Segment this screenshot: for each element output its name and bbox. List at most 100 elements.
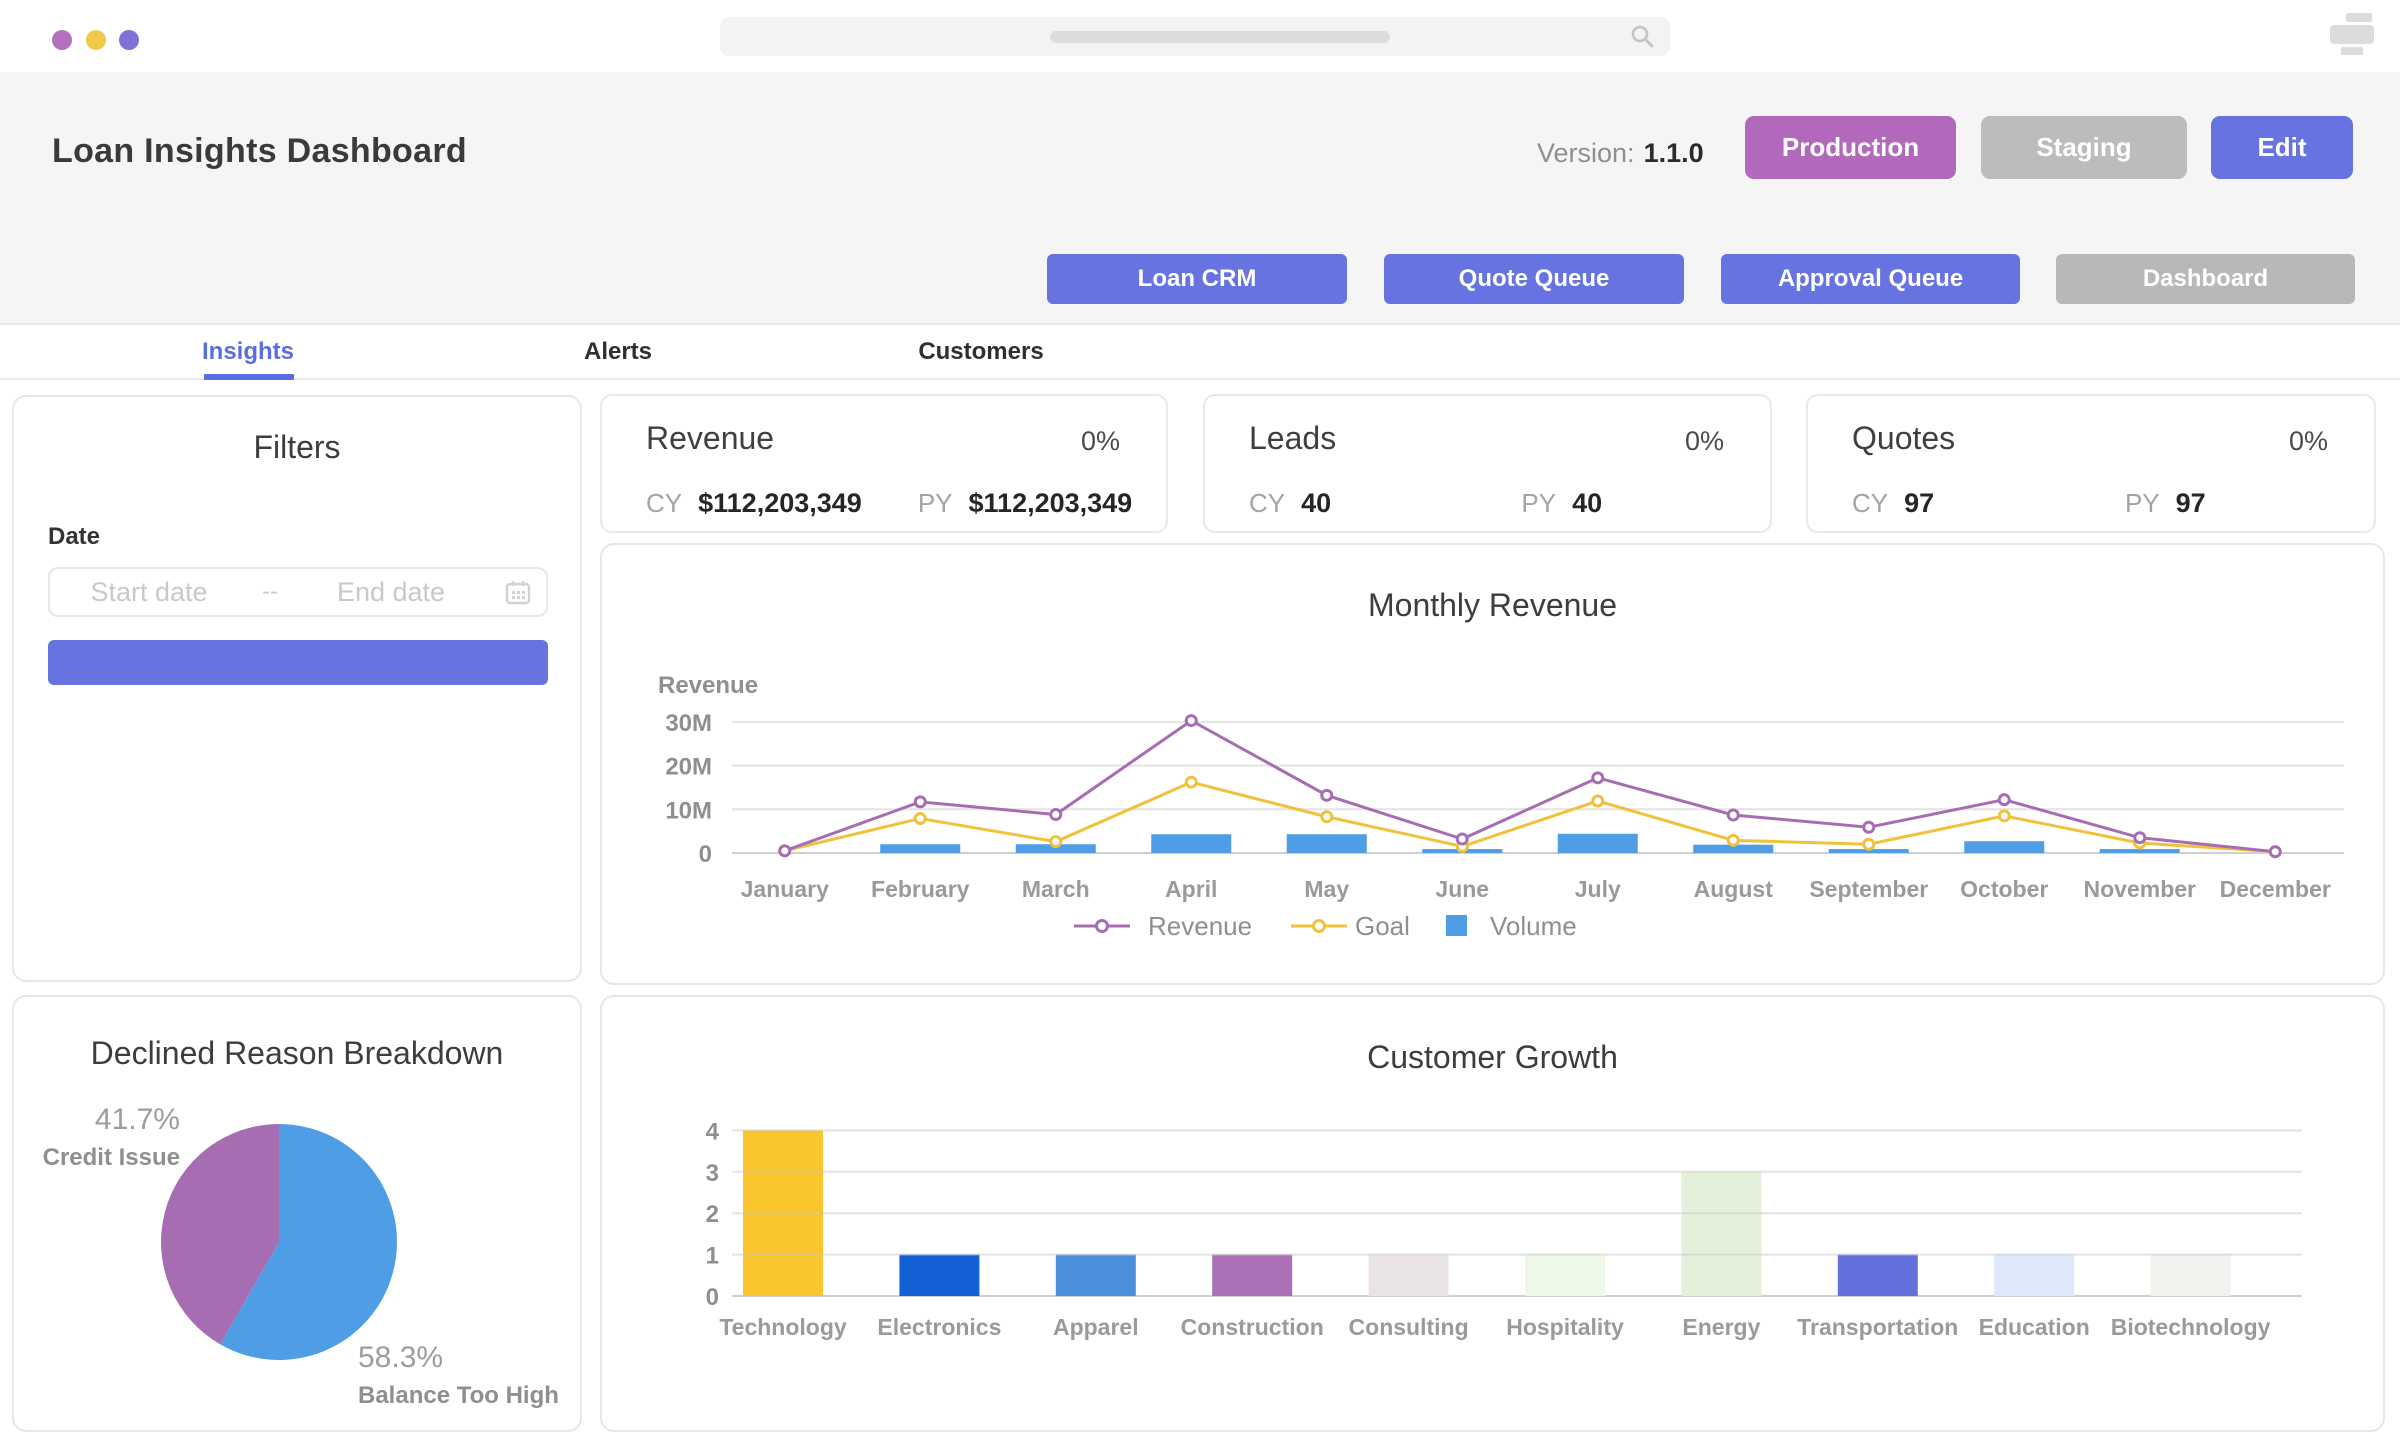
apply-filter-button[interactable] <box>48 640 548 685</box>
svg-text:Apparel: Apparel <box>1053 1314 1139 1340</box>
svg-text:August: August <box>1694 876 1774 902</box>
search-icon <box>1629 23 1656 55</box>
svg-text:10M: 10M <box>665 797 712 824</box>
svg-text:3: 3 <box>706 1160 719 1187</box>
start-date-field[interactable]: Start date <box>50 577 248 608</box>
version-value: 1.1.0 <box>1643 138 1704 168</box>
svg-text:April: April <box>1165 876 1217 902</box>
svg-text:Energy: Energy <box>1682 1314 1760 1340</box>
svg-text:October: October <box>1960 876 2048 902</box>
tab-alerts[interactable]: Alerts <box>508 325 728 378</box>
svg-text:Volume: Volume <box>1490 911 1577 941</box>
window-topbar <box>0 0 2400 72</box>
kpi-delta: 0% <box>1080 426 1120 456</box>
staging-button[interactable]: Staging <box>1981 116 2187 179</box>
version-info: Version: 1.1.0 <box>1537 138 1704 169</box>
svg-text:Consulting: Consulting <box>1349 1314 1469 1340</box>
kpi-card-revenue: Revenue 0% CY $112,203,349 PY $112,203,349 <box>600 394 1168 533</box>
date-range-separator: -- <box>262 578 278 605</box>
version-label: Version: <box>1537 138 1635 168</box>
customer-growth-panel: Customer Growth 0 1 2 3 4 Technology Electroni… <box>600 995 2385 1432</box>
svg-text:Revenue: Revenue <box>658 672 758 699</box>
pie-label-balance-too-high: 58.3% Balance Too High <box>358 1337 559 1413</box>
kpi-cy-value: 40 <box>1301 488 1332 518</box>
window-dot-3[interactable] <box>119 30 139 50</box>
calendar-icon[interactable] <box>490 577 546 607</box>
svg-text:June: June <box>1435 876 1489 902</box>
url-placeholder-bar <box>1050 31 1390 43</box>
svg-text:0: 0 <box>706 1284 719 1311</box>
window-dot-1[interactable] <box>52 30 72 50</box>
active-tab-underline <box>204 374 294 380</box>
tab-customers[interactable]: Customers <box>871 325 1091 378</box>
production-button[interactable]: Production <box>1745 116 1956 179</box>
kpi-cy-value: $112,203,349 <box>698 488 862 518</box>
pie-pct: 58.3% <box>358 1341 444 1374</box>
menu-bar-middle <box>2330 25 2374 44</box>
svg-text:Goal: Goal <box>1355 911 1410 941</box>
pie-pct: 41.7% <box>94 1103 180 1136</box>
kpi-card-quotes: Quotes 0% CY 97 PY 97 <box>1806 394 2376 533</box>
edit-button[interactable]: Edit <box>2211 116 2353 179</box>
svg-text:4: 4 <box>706 1118 720 1145</box>
kpi-cy-value: 97 <box>1904 488 1935 518</box>
filters-panel: Filters Date Start date -- End date <box>12 395 582 982</box>
svg-text:1: 1 <box>706 1243 719 1270</box>
nav-dashboard-button[interactable]: Dashboard <box>2056 254 2355 304</box>
svg-text:Revenue: Revenue <box>1148 911 1252 941</box>
kpi-py-value: 97 <box>2175 488 2206 518</box>
end-date-field[interactable]: End date <box>292 577 490 608</box>
svg-text:20M: 20M <box>665 754 712 781</box>
pie-label-credit-issue: 41.7% Credit Issue <box>34 1099 180 1175</box>
svg-text:Transportation: Transportation <box>1797 1314 1958 1340</box>
svg-text:30M: 30M <box>665 710 712 737</box>
kpi-delta: 0% <box>1684 426 1724 456</box>
tab-bar: Insights Alerts Customers <box>0 323 2400 380</box>
menu-bar-bottom <box>2341 47 2363 55</box>
svg-text:Education: Education <box>1979 1314 2090 1340</box>
svg-text:July: July <box>1575 876 1621 902</box>
kpi-py-value: $112,203,349 <box>968 488 1133 518</box>
kpi-py-label: PY <box>2124 488 2160 518</box>
svg-text:2: 2 <box>706 1201 719 1228</box>
svg-text:Electronics: Electronics <box>877 1314 1001 1340</box>
window-menu-icon[interactable] <box>2330 13 2376 55</box>
customer-growth-chart: 0 1 2 3 4 Technology Electronics Apparel Constru… <box>706 1118 2302 1340</box>
nav-approval-queue-button[interactable]: Approval Queue <box>1721 254 2020 304</box>
kpi-title: Quotes <box>1852 420 1956 456</box>
kpi-py-label: PY <box>1521 488 1557 518</box>
filters-title: Filters <box>253 429 341 465</box>
nav-quote-queue-button[interactable]: Quote Queue <box>1384 254 1684 304</box>
kpi-py-label: PY <box>917 488 953 518</box>
tab-insights[interactable]: Insights <box>138 325 358 378</box>
kpi-cy-label: CY <box>1249 488 1286 518</box>
kpi-card-leads: Leads 0% CY 40 PY 40 <box>1203 394 1772 533</box>
svg-text:November: November <box>2084 876 2197 902</box>
svg-text:February: February <box>871 876 970 902</box>
monthly-revenue-panel: Monthly Revenue 0 10M 20M 30M Revenue January… <box>600 543 2385 985</box>
svg-text:Hospitality: Hospitality <box>1506 1314 1624 1340</box>
menu-bar-top <box>2346 13 2372 22</box>
svg-text:December: December <box>2220 876 2331 902</box>
declined-breakdown-panel: Declined Reason Breakdown 41.7% Credit I… <box>12 995 582 1432</box>
pie-slice-label: Balance Too High <box>358 1382 559 1409</box>
pie-slice-label: Credit Issue <box>42 1144 180 1171</box>
date-range-input[interactable]: Start date -- End date <box>48 567 548 617</box>
svg-text:September: September <box>1809 876 1928 902</box>
date-filter-label: Date <box>48 523 101 550</box>
monthly-revenue-chart: 0 10M 20M 30M Revenue January February March Apr… <box>658 672 2344 941</box>
kpi-title: Leads <box>1249 420 1337 456</box>
svg-text:0: 0 <box>699 841 712 868</box>
nav-loan-crm-button[interactable]: Loan CRM <box>1047 254 1347 304</box>
svg-text:Biotechnology: Biotechnology <box>2111 1314 2271 1340</box>
page-title: Loan Insights Dashboard <box>52 132 467 170</box>
kpi-delta: 0% <box>2288 426 2328 456</box>
window-dot-2[interactable] <box>86 30 106 50</box>
svg-text:March: March <box>1022 876 1090 902</box>
svg-text:January: January <box>741 876 829 902</box>
address-search-bar[interactable] <box>720 17 1670 56</box>
kpi-cy-label: CY <box>1852 488 1889 518</box>
kpi-cy-label: CY <box>646 488 683 518</box>
dashboard-header: Loan Insights Dashboard Version: 1.1.0 Pr… <box>0 72 2400 323</box>
svg-text:Construction: Construction <box>1181 1314 1324 1340</box>
